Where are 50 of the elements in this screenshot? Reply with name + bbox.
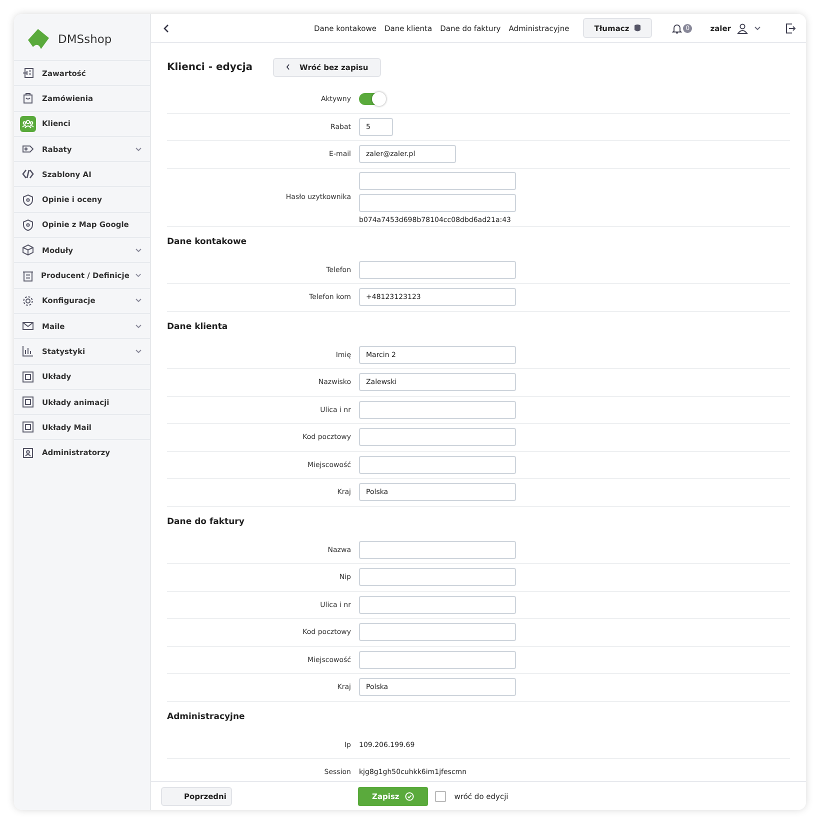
input-field[interactable] [359,623,516,642]
logout-icon[interactable] [785,22,796,34]
tag-icon [22,143,34,156]
frame-icon [22,396,34,408]
bar-chart-icon [22,345,34,358]
input-field[interactable] [359,568,516,586]
people-icon [22,118,34,130]
page-title: Klienci - edycja [167,62,253,72]
input-field[interactable] [359,400,516,419]
frame-icon [22,421,34,434]
bag-icon [22,92,34,104]
panel-icon [22,67,34,80]
chevron-down-icon [135,146,142,152]
frame-icon [22,370,34,383]
input-field[interactable] [359,596,516,614]
database-icon [634,24,642,32]
cube-icon [22,244,34,256]
checkbox[interactable] [435,790,446,802]
password-field[interactable] [359,194,516,212]
building-icon [22,270,34,282]
input-field[interactable] [359,260,516,279]
section-heading: Dane do faktury [167,516,246,528]
toggle-switch[interactable] [359,93,385,106]
check-circle-icon [405,792,414,800]
back-chevron-icon[interactable] [163,24,169,32]
logo-icon [26,28,50,50]
gear-icon [22,294,34,307]
chevron-down-icon [135,273,142,278]
password-field[interactable] [359,172,516,190]
chevron-down-icon[interactable] [754,26,761,30]
input-field[interactable] [359,540,516,559]
chevron-down-icon [135,248,142,253]
chevron-left-icon [286,64,290,70]
section-heading: Dane klienta [167,320,229,334]
user-card-icon [22,446,34,459]
user-icon[interactable] [737,22,748,34]
brand-name: DMSshop [58,32,112,46]
input-field[interactable] [359,428,516,446]
chevron-down-icon [135,324,142,329]
chevron-down-icon [135,348,142,354]
code-icon [22,168,34,180]
chevron-down-icon [135,298,142,304]
input-field[interactable] [359,456,516,474]
input-field[interactable] [359,650,516,669]
shield-icon [22,194,34,206]
section-heading: Dane kontakowe [167,236,248,248]
bell-icon[interactable] [672,22,682,34]
envelope-icon [22,320,34,332]
shield-icon [22,218,34,231]
section-heading: Administracyjne [167,710,246,724]
